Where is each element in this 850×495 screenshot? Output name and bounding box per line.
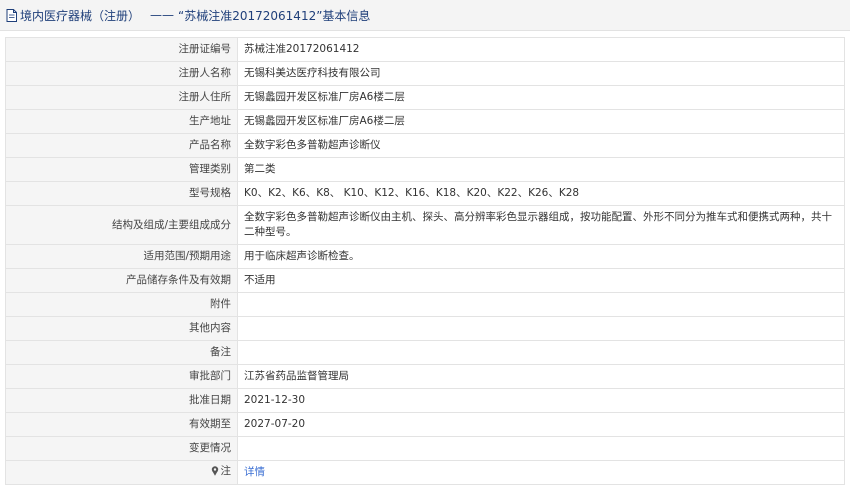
row-value: 第二类 (237, 157, 845, 182)
table-row: 注册人名称 无锡科美达医疗科技有限公司 (5, 61, 845, 86)
note-label-cell: 注 (5, 460, 238, 485)
table-row: 产品名称 全数字彩色多普勒超声诊断仪 (5, 133, 845, 158)
table-row: 有效期至 2027-07-20 (5, 412, 845, 437)
table-row: 注册证编号 苏械注准20172061412 (5, 37, 845, 62)
table-row: 管理类别 第二类 (5, 157, 845, 182)
detail-link[interactable]: 详情 (244, 466, 265, 478)
header-separator: —— (150, 8, 175, 22)
header-prefix: 境内医疗器械（注册） (20, 8, 141, 23)
row-label: 管理类别 (5, 157, 238, 182)
row-label: 审批部门 (5, 364, 238, 389)
table-row: 附件 (5, 292, 845, 317)
row-value: 不适用 (237, 268, 845, 293)
row-label: 批准日期 (5, 388, 238, 413)
row-value: 无锡蠡园开发区标准厂房A6楼二层 (237, 85, 845, 110)
table-row: 产品储存条件及有效期 不适用 (5, 268, 845, 293)
page-title: “苏械注准20172061412”基本信息 (178, 8, 371, 23)
row-value (237, 436, 845, 461)
row-value (237, 292, 845, 317)
row-label: 结构及组成/主要组成成分 (5, 205, 238, 245)
row-label: 注册证编号 (5, 37, 238, 62)
row-value: 全数字彩色多普勒超声诊断仪由主机、探头、高分辨率彩色显示器组成，按功能配置、外形… (237, 205, 845, 245)
table-row: 适用范围/预期用途 用于临床超声诊断检查。 (5, 244, 845, 269)
row-label: 注册人住所 (5, 85, 238, 110)
pin-icon (211, 466, 219, 477)
row-value: 2027-07-20 (237, 412, 845, 437)
table-row: 变更情况 (5, 436, 845, 461)
note-row: 注 详情 (5, 460, 845, 485)
document-icon (6, 8, 17, 22)
row-value: 苏械注准20172061412 (237, 37, 845, 62)
table-row: 备注 (5, 340, 845, 365)
row-value: 江苏省药品监督管理局 (237, 364, 845, 389)
row-label: 注册人名称 (5, 61, 238, 86)
table-row: 型号规格 K0、K2、K6、K8、 K10、K12、K16、K18、K20、K22… (5, 181, 845, 206)
row-value: 2021-12-30 (237, 388, 845, 413)
row-label: 其他内容 (5, 316, 238, 341)
row-value (237, 316, 845, 341)
row-label: 产品储存条件及有效期 (5, 268, 238, 293)
row-value (237, 340, 845, 365)
table-row: 注册人住所 无锡蠡园开发区标准厂房A6楼二层 (5, 85, 845, 110)
table-row: 批准日期 2021-12-30 (5, 388, 845, 413)
row-label: 型号规格 (5, 181, 238, 206)
row-value: 无锡科美达医疗科技有限公司 (237, 61, 845, 86)
row-value: 无锡蠡园开发区标准厂房A6楼二层 (237, 109, 845, 134)
page-header: 境内医疗器械（注册） —— “苏械注准20172061412”基本信息 (0, 0, 850, 31)
row-label: 备注 (5, 340, 238, 365)
info-table: 注册证编号 苏械注准20172061412 注册人名称 无锡科美达医疗科技有限公司 注册… (5, 37, 845, 485)
table-row: 其他内容 (5, 316, 845, 341)
row-label: 变更情况 (5, 436, 238, 461)
row-label: 有效期至 (5, 412, 238, 437)
note-value-cell: 详情 (237, 460, 845, 485)
note-label: 注 (220, 464, 232, 477)
row-value: K0、K2、K6、K8、 K10、K12、K16、K18、K20、K22、K26… (237, 181, 845, 206)
table-row: 审批部门 江苏省药品监督管理局 (5, 364, 845, 389)
row-label: 适用范围/预期用途 (5, 244, 238, 269)
row-value: 用于临床超声诊断检查。 (237, 244, 845, 269)
row-label: 产品名称 (5, 133, 238, 158)
row-value: 全数字彩色多普勒超声诊断仪 (237, 133, 845, 158)
row-label: 附件 (5, 292, 238, 317)
table-row: 生产地址 无锡蠡园开发区标准厂房A6楼二层 (5, 109, 845, 134)
table-row: 结构及组成/主要组成成分 全数字彩色多普勒超声诊断仪由主机、探头、高分辨率彩色显示… (5, 205, 845, 245)
row-label: 生产地址 (5, 109, 238, 134)
